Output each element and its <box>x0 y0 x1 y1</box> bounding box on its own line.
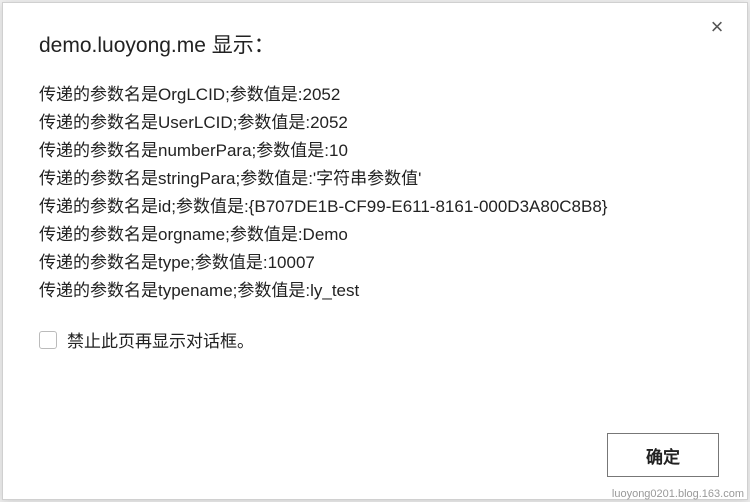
suppress-row: 禁止此页再显示对话框。 <box>39 327 711 352</box>
watermark-text: luoyong0201.blog.163.com <box>612 488 744 500</box>
message-line: 传递的参数名是id;参数值是:{B707DE1B-CF99-E611-8161-… <box>39 193 711 221</box>
dialog-header: demo.luoyong.me 显示： × <box>3 3 747 67</box>
message-line: 传递的参数名是UserLCID;参数值是:2052 <box>39 109 711 137</box>
message-line: 传递的参数名是orgname;参数值是:Demo <box>39 221 711 249</box>
dialog-footer: 确定 <box>3 417 747 499</box>
dialog-body: 传递的参数名是OrgLCID;参数值是:2052 传递的参数名是UserLCID… <box>3 67 747 417</box>
alert-dialog: demo.luoyong.me 显示： × 传递的参数名是OrgLCID;参数值… <box>2 2 748 500</box>
ok-button[interactable]: 确定 <box>607 433 719 477</box>
message-line: 传递的参数名是numberPara;参数值是:10 <box>39 137 711 165</box>
dialog-title: demo.luoyong.me 显示： <box>39 29 711 59</box>
message-line: 传递的参数名是typename;参数值是:ly_test <box>39 277 711 305</box>
close-button[interactable]: × <box>705 15 729 39</box>
suppress-checkbox[interactable] <box>39 331 57 349</box>
message-line: 传递的参数名是stringPara;参数值是:'字符串参数值' <box>39 165 711 193</box>
suppress-label: 禁止此页再显示对话框。 <box>67 327 254 352</box>
message-line: 传递的参数名是OrgLCID;参数值是:2052 <box>39 81 711 109</box>
message-line: 传递的参数名是type;参数值是:10007 <box>39 249 711 277</box>
